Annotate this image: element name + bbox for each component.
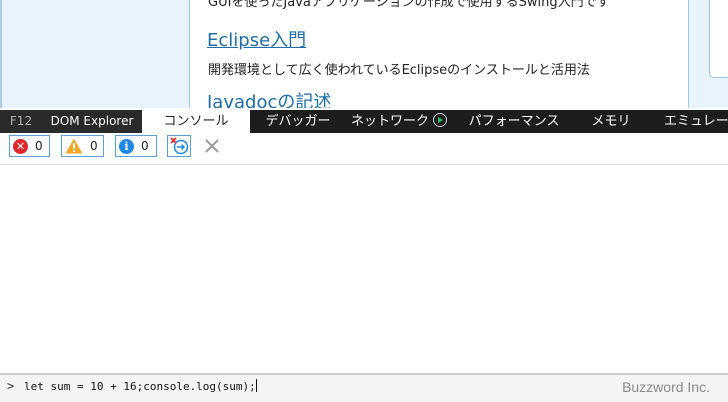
info-count: 0 [141,139,149,153]
tab-emulation[interactable]: エミュレーション [650,110,728,133]
javadoc-link[interactable]: Javadocの記述 [207,88,331,108]
clear-on-navigate-icon [170,137,189,155]
warnings-count: 0 [90,139,98,153]
tab-network[interactable]: ネットワーク [344,110,454,133]
clear-console-button[interactable] [201,135,223,157]
info-icon: i [119,138,134,154]
console-input-row: > let sum = 10 + 16;console.log(sum); Bu… [0,373,728,402]
f12-label: F12 [0,110,42,133]
prompt-chevron-icon: > [7,379,15,393]
info-filter-button[interactable]: i 0 [115,135,157,157]
console-input-text: let sum = 10 + 16;console.log(sum); [24,380,256,393]
play-icon [433,113,447,127]
error-icon: ✕ [13,138,28,154]
sidebar-panel [709,0,728,78]
console-output [0,165,728,371]
tab-memory[interactable]: メモリ [576,110,646,133]
devtools-tab-bar: F12 DOM Explorer コンソール デバッガー ネットワーク パフォー… [0,110,728,133]
watermark: Buzzword Inc. [622,379,710,395]
tab-performance[interactable]: パフォーマンス [458,110,570,133]
clear-on-navigate-button[interactable] [167,135,191,157]
eclipse-description: 開発環境として広く使われているEclipseのインストールと活用法 [208,63,590,78]
tab-debugger[interactable]: デバッガー [252,110,344,133]
console-toolbar: ✕ 0 0 i 0 [0,134,728,165]
eclipse-link[interactable]: Eclipse入門 [207,26,306,52]
page-left-border [0,0,2,108]
warnings-filter-button[interactable]: 0 [61,135,104,157]
errors-count: 0 [35,139,43,153]
clear-console-icon [205,139,219,153]
errors-filter-button[interactable]: ✕ 0 [9,135,50,157]
warning-icon [65,138,83,154]
tab-console[interactable]: コンソール [142,110,250,133]
tab-dom-explorer[interactable]: DOM Explorer [42,110,142,133]
swing-description: GUIを使ったJavaアプリケーションの作成で使用するSwing入門です [208,0,610,10]
text-caret [255,379,257,392]
webpage-viewport: GUIを使ったJavaアプリケーションの作成で使用するSwing入門です Ecl… [0,0,728,108]
article-list-panel: GUIを使ったJavaアプリケーションの作成で使用するSwing入門です Ecl… [189,0,689,108]
tab-network-label: ネットワーク [350,114,429,129]
console-input[interactable]: let sum = 10 + 16;console.log(sum); [24,379,257,393]
